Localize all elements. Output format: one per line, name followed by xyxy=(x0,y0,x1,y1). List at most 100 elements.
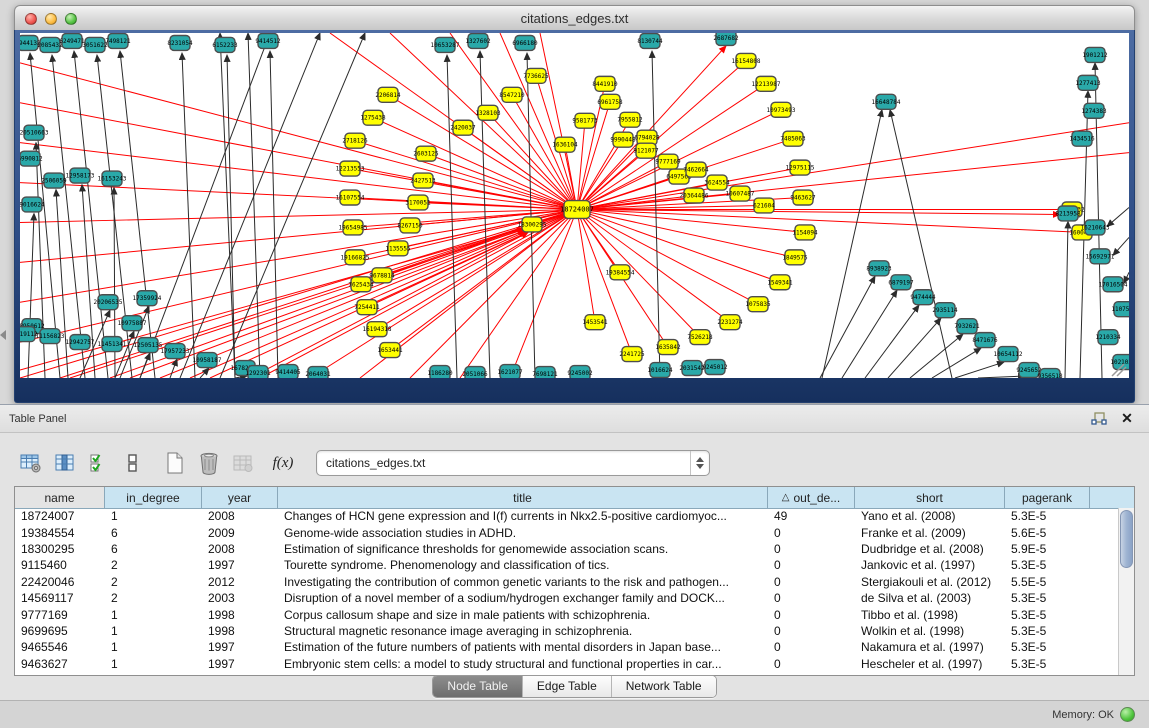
table-cell[interactable]: 6 xyxy=(105,542,202,556)
table-settings-icon[interactable] xyxy=(16,448,46,478)
table-cell[interactable]: 5.9E-5 xyxy=(1005,542,1090,556)
graph-node[interactable]: 7498121 xyxy=(105,33,131,48)
table-cell[interactable]: Investigating the contribution of common… xyxy=(278,575,768,589)
table-cell[interactable]: 2 xyxy=(105,575,202,589)
table-row[interactable]: 1830029562008Estimation of significance … xyxy=(15,541,1119,557)
graph-node[interactable]: 1635842 xyxy=(655,340,681,355)
table-cell[interactable]: Corpus callosum shape and size in male p… xyxy=(278,608,768,622)
table-row[interactable]: 1456911722003Disruption of a novel membe… xyxy=(15,590,1119,606)
graph-node[interactable]: 9016624 xyxy=(20,197,45,212)
graph-node[interactable]: 10607487 xyxy=(726,186,755,201)
table-cell[interactable]: 6 xyxy=(105,526,202,540)
graph-node[interactable]: 16154808 xyxy=(732,53,761,68)
graph-node[interactable]: 10973493 xyxy=(767,102,796,117)
graph-node[interactable]: 2206814 xyxy=(375,87,401,102)
table-cell[interactable]: 5.3E-5 xyxy=(1005,591,1090,605)
table-cell[interactable]: 5.3E-5 xyxy=(1005,657,1090,671)
graph-node[interactable]: 20206535 xyxy=(94,295,123,310)
graph-node[interactable]: 1636104 xyxy=(552,137,578,152)
table-row[interactable]: 911546021997Tourette syndrome. Phenomeno… xyxy=(15,557,1119,573)
table-cell[interactable]: 5.3E-5 xyxy=(1005,558,1090,572)
graph-node[interactable]: 2231274 xyxy=(717,315,743,330)
table-cell[interactable]: 2012 xyxy=(202,575,278,589)
table-cell[interactable]: Nakamura et al. (1997) xyxy=(855,640,1005,654)
graph-node[interactable]: 2718126 xyxy=(342,133,368,148)
table-cell[interactable]: 1997 xyxy=(202,657,278,671)
tab-edge-table[interactable]: Edge Table xyxy=(523,676,612,697)
graph-node[interactable]: 2064031 xyxy=(305,367,331,378)
table-cell[interactable]: 9463627 xyxy=(15,657,105,671)
graph-node[interactable]: 6879197 xyxy=(888,275,914,290)
tab-network-table[interactable]: Network Table xyxy=(612,676,716,697)
column-header-in-degree[interactable]: in_degree xyxy=(105,487,202,508)
graph-node[interactable]: 1275438 xyxy=(360,110,386,125)
table-cell[interactable]: 2009 xyxy=(202,526,278,540)
table-row[interactable]: 1872400712008Changes of HCN gene express… xyxy=(15,508,1119,524)
graph-node[interactable]: 1154094 xyxy=(792,225,818,240)
table-cell[interactable]: 0 xyxy=(768,624,855,638)
float-panel-icon[interactable] xyxy=(1091,411,1107,427)
graph-node[interactable]: 9245002 xyxy=(567,366,593,378)
table-cell[interactable]: 2 xyxy=(105,558,202,572)
table-cell[interactable]: de Silva et al. (2003) xyxy=(855,591,1005,605)
table-cell[interactable]: 0 xyxy=(768,526,855,540)
graph-node[interactable]: 16194318 xyxy=(363,322,392,337)
table-cell[interactable]: Structural magnetic resonance image aver… xyxy=(278,624,768,638)
graph-node[interactable]: 20510663 xyxy=(20,125,49,140)
graph-node[interactable]: 7462664 xyxy=(683,162,709,177)
graph-node[interactable]: 3051622 xyxy=(82,37,108,52)
graph-node[interactable]: 9245012 xyxy=(702,360,728,375)
graph-node[interactable]: 7485063 xyxy=(780,131,806,146)
graph-node[interactable]: 12505135 xyxy=(134,338,163,353)
table-row[interactable]: 946362711997Embryonic stem cells: a mode… xyxy=(15,656,1119,672)
graph-node[interactable]: 9356518 xyxy=(1037,369,1063,378)
graph-node[interactable]: 2051066 xyxy=(462,367,488,378)
graph-node[interactable]: 11451341 xyxy=(98,337,127,352)
table-cell[interactable]: Hescheler et al. (1997) xyxy=(855,657,1005,671)
table-cell[interactable]: Stergiakouli et al. (2012) xyxy=(855,575,1005,589)
table-cell[interactable]: 1998 xyxy=(202,608,278,622)
tab-node-table[interactable]: Node Table xyxy=(433,676,523,697)
table-cell[interactable]: Estimation of significance thresholds fo… xyxy=(278,542,768,556)
graph-node[interactable]: 1210334 xyxy=(1095,330,1121,345)
graph-node[interactable]: 19166825 xyxy=(341,250,370,265)
table-row[interactable]: 969969511998Structural magnetic resonanc… xyxy=(15,623,1119,639)
graph-node[interactable]: 18724007 xyxy=(560,201,594,219)
graph-node[interactable]: 19654985 xyxy=(339,220,368,235)
graph-node[interactable]: 8938923 xyxy=(866,261,892,276)
table-cell[interactable]: 18724007 xyxy=(15,509,105,523)
table-cell[interactable]: 2003 xyxy=(202,591,278,605)
graph-node[interactable]: 20364486 xyxy=(680,188,709,203)
graph-node[interactable]: 2031542 xyxy=(679,361,705,376)
graph-node[interactable]: 12213553 xyxy=(336,161,365,176)
table-cell[interactable]: 9115460 xyxy=(15,558,105,572)
table-cell[interactable]: 0 xyxy=(768,608,855,622)
graph-node[interactable]: 8213958 xyxy=(1055,206,1081,221)
graph-node[interactable]: 8130744 xyxy=(637,33,663,48)
table-cell[interactable]: 1997 xyxy=(202,558,278,572)
graph-node[interactable]: 8471676 xyxy=(972,333,998,348)
table-cell[interactable]: 5.3E-5 xyxy=(1005,608,1090,622)
graph-node[interactable]: 6249471 xyxy=(59,33,85,48)
column-header-year[interactable]: year xyxy=(202,487,278,508)
window-titlebar[interactable]: citations_edges.txt xyxy=(14,5,1135,32)
graph-node[interactable]: 10975887 xyxy=(118,316,147,331)
table-cell[interactable]: 5.5E-5 xyxy=(1005,575,1090,589)
graph-node[interactable]: 1277413 xyxy=(1075,75,1101,90)
graph-node[interactable]: 16648784 xyxy=(872,94,901,109)
graph-node[interactable]: 12213987 xyxy=(752,76,781,91)
table-cell[interactable]: Yano et al. (2008) xyxy=(855,509,1005,523)
graph-node[interactable]: 7254411 xyxy=(354,300,380,315)
table-cell[interactable]: Disruption of a novel member of a sodium… xyxy=(278,591,768,605)
graph-node[interactable]: 2603125 xyxy=(413,146,439,161)
table-cell[interactable]: Tourette syndrome. Phenomenology and cla… xyxy=(278,558,768,572)
graph-node[interactable]: 12958173 xyxy=(66,168,95,183)
table-cell[interactable]: 0 xyxy=(768,542,855,556)
graph-node[interactable]: 19384554 xyxy=(606,265,635,280)
memory-ok-indicator[interactable] xyxy=(1120,707,1135,722)
graph-node[interactable]: 1016624 xyxy=(647,363,673,378)
graph-node[interactable]: 11156823 xyxy=(36,329,65,344)
table-cell[interactable]: 2 xyxy=(105,591,202,605)
graph-node[interactable]: 8441910 xyxy=(592,76,618,91)
table-cell[interactable]: 1 xyxy=(105,657,202,671)
